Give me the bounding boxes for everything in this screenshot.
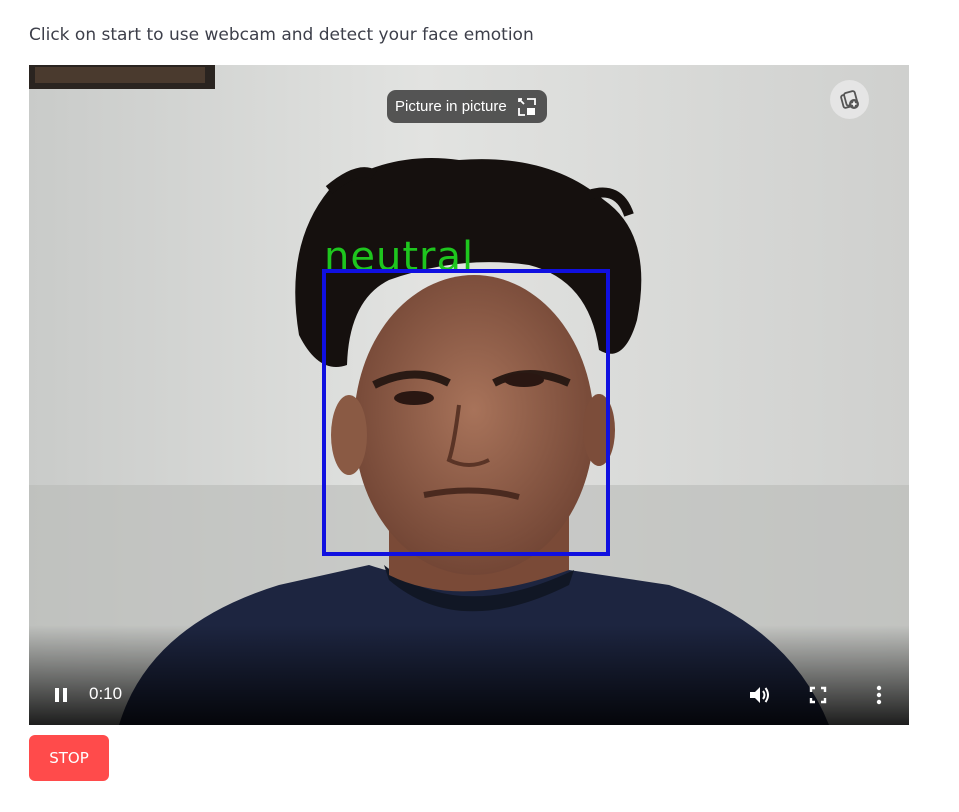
volume-icon	[750, 687, 769, 703]
picture-in-picture-icon	[839, 89, 859, 109]
time-display: 0:10	[89, 684, 123, 703]
video-controls: 0:10	[29, 665, 909, 725]
instruction-text: Click on start to use webcam and detect …	[29, 25, 534, 45]
picture-in-picture-icon	[517, 97, 536, 116]
pip-tooltip: Picture in picture	[387, 90, 547, 123]
more-options-button[interactable]	[869, 683, 889, 707]
pause-icon	[55, 688, 67, 702]
stop-button[interactable]: STOP	[29, 735, 109, 781]
more-options-icon	[876, 685, 882, 705]
face-detection-box	[322, 269, 610, 556]
pip-button[interactable]	[830, 80, 869, 119]
fullscreen-icon	[809, 686, 827, 704]
webcam-video[interactable]: Picture in picture neutral 0:10	[29, 65, 909, 725]
volume-button[interactable]	[747, 682, 773, 708]
fullscreen-button[interactable]	[807, 684, 829, 706]
pip-tooltip-label: Picture in picture	[395, 98, 507, 115]
pause-button[interactable]	[49, 683, 73, 707]
